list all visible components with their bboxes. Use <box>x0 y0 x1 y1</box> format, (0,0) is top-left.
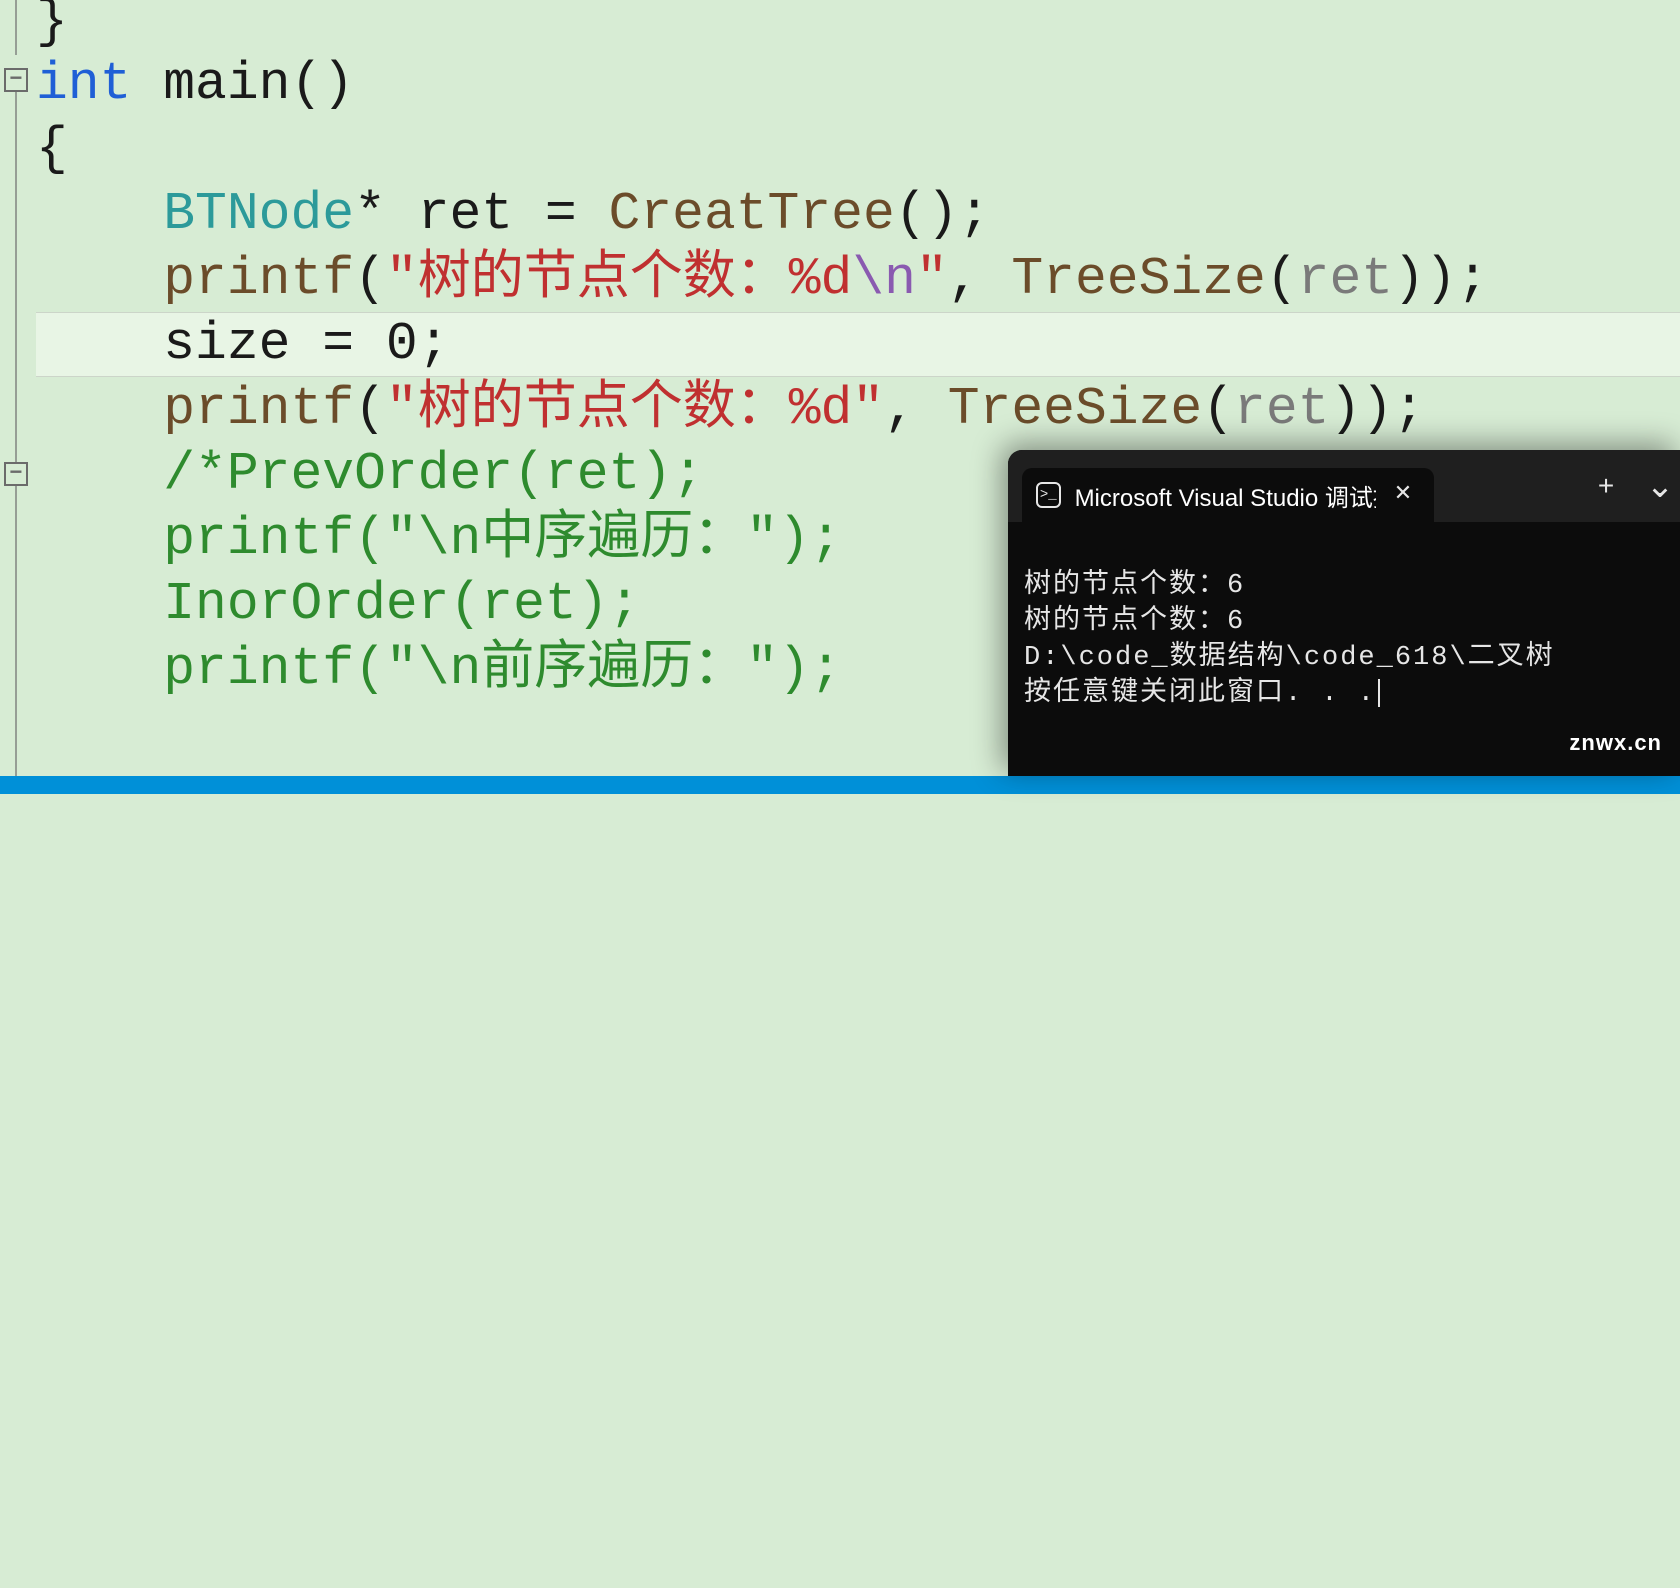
fold-toggle-icon[interactable]: − <box>4 68 28 92</box>
code-line[interactable]: size = 0; <box>36 312 1680 377</box>
code-line[interactable]: int main() <box>36 52 1680 117</box>
outline-line <box>15 0 17 55</box>
fold-toggle-icon[interactable]: − <box>4 462 28 486</box>
terminal-line: 树的节点个数：6 <box>1024 607 1245 637</box>
terminal-tab-title: Microsoft Visual Studio 调试控 <box>1075 478 1376 513</box>
terminal-line: D:\code_数据结构\code_618\二叉树 <box>1024 643 1555 673</box>
code-line[interactable]: printf("树的节点个数：%d", TreeSize(ret)); <box>36 377 1680 442</box>
cursor-icon <box>1378 679 1380 707</box>
terminal-output[interactable]: 树的节点个数：6 树的节点个数：6 D:\code_数据结构\code_618\… <box>1008 522 1680 748</box>
code-line[interactable]: BTNode* ret = CreatTree(); <box>36 182 1680 247</box>
status-bar <box>0 776 1680 794</box>
close-icon[interactable]: ✕ <box>1390 481 1416 509</box>
editor-gutter: − − <box>0 0 36 780</box>
outline-line <box>15 486 17 780</box>
code-line[interactable]: printf("树的节点个数：%d\n", TreeSize(ret)); <box>36 247 1680 312</box>
terminal-icon: >_ <box>1036 482 1061 508</box>
terminal-titlebar[interactable]: >_ Microsoft Visual Studio 调试控 ✕ + ⌄ <box>1008 450 1680 522</box>
terminal-tab[interactable]: >_ Microsoft Visual Studio 调试控 ✕ <box>1022 468 1434 522</box>
tab-dropdown-icon[interactable]: ⌄ <box>1640 450 1680 522</box>
code-line[interactable]: } <box>36 0 1680 55</box>
watermark: znwx.cn <box>1569 730 1662 756</box>
code-line[interactable]: { <box>36 117 1680 182</box>
terminal-line: 树的节点个数：6 <box>1024 571 1245 601</box>
new-tab-button[interactable]: + <box>1572 450 1640 522</box>
debug-console-window[interactable]: >_ Microsoft Visual Studio 调试控 ✕ + ⌄ 树的节… <box>1008 450 1680 776</box>
terminal-line: 按任意键关闭此窗口. . . <box>1024 679 1376 709</box>
outline-line <box>15 92 17 462</box>
